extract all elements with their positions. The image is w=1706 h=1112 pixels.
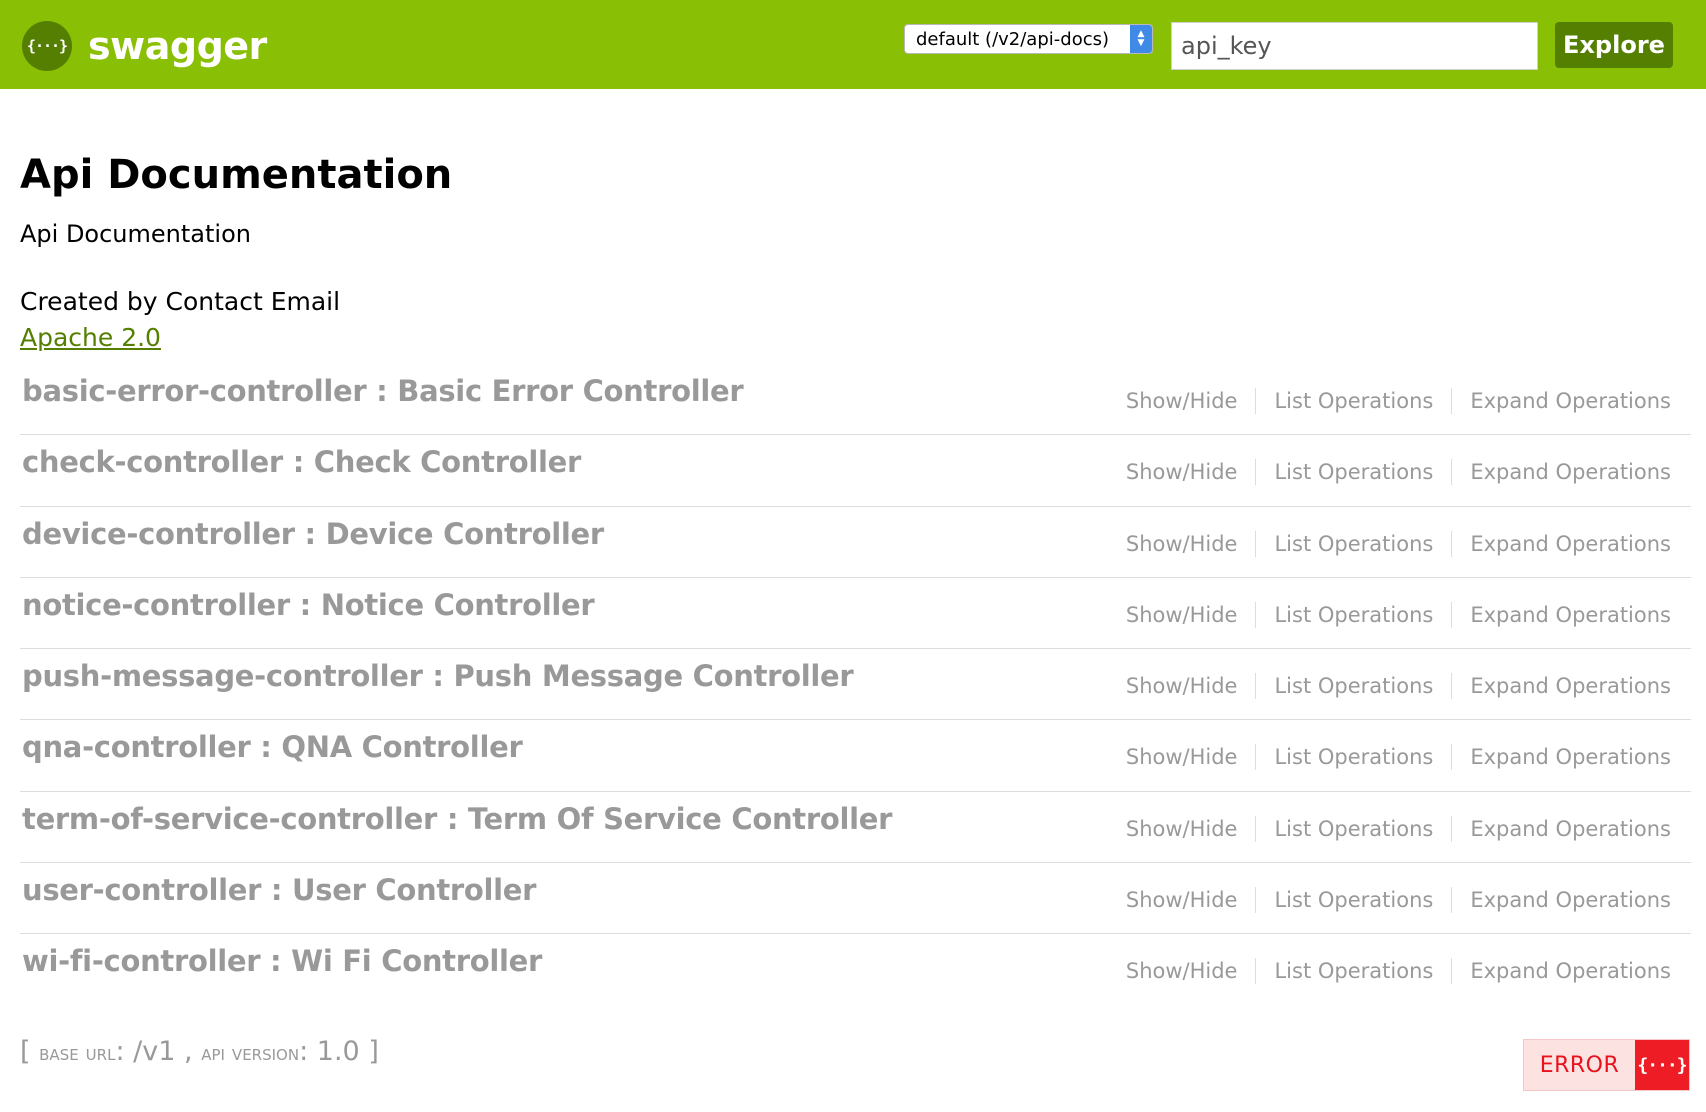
expand-operations-link[interactable]: Expand Operations — [1451, 601, 1671, 628]
list-operations-link[interactable]: List Operations — [1255, 530, 1451, 557]
show-hide-link[interactable]: Show/Hide — [1126, 744, 1256, 770]
expand-operations-link[interactable]: Expand Operations — [1451, 744, 1671, 771]
resource-item: qna-controller : QNA Controller Show/Hid… — [20, 720, 1691, 792]
close-bracket: ] — [368, 1036, 379, 1067]
resource-heading[interactable]: notice-controller : Notice Controller — [22, 588, 595, 622]
swagger-braces-icon: {···} — [22, 21, 72, 71]
base-url-label: base url — [39, 1041, 116, 1066]
resource-heading[interactable]: wi-fi-controller : Wi Fi Controller — [22, 944, 542, 978]
swagger-logo[interactable]: {···} swagger — [22, 21, 267, 71]
list-operations-link[interactable]: List Operations — [1255, 958, 1451, 985]
resource-item: device-controller : Device Controller Sh… — [20, 507, 1691, 578]
api-description: Api Documentation — [20, 220, 251, 248]
show-hide-link[interactable]: Show/Hide — [1126, 958, 1256, 984]
resource-operations: Show/Hide List Operations Expand Operati… — [1126, 388, 1671, 414]
list-operations-link[interactable]: List Operations — [1255, 459, 1451, 486]
list-operations-link[interactable]: List Operations — [1255, 887, 1451, 914]
list-operations-link[interactable]: List Operations — [1255, 601, 1451, 628]
validator-status: ERROR — [1524, 1040, 1635, 1090]
resource-heading[interactable]: check-controller : Check Controller — [22, 445, 581, 479]
api-key-input[interactable] — [1171, 22, 1538, 70]
resource-item: push-message-controller : Push Message C… — [20, 649, 1691, 721]
select-arrows-icon: ▲ ▼ — [1130, 25, 1152, 53]
list-operations-link[interactable]: List Operations — [1255, 744, 1451, 771]
show-hide-link[interactable]: Show/Hide — [1126, 673, 1256, 699]
validator-badge[interactable]: ERROR {···} — [1523, 1039, 1690, 1091]
expand-operations-link[interactable]: Expand Operations — [1451, 815, 1671, 842]
resource-item: check-controller : Check Controller Show… — [20, 435, 1691, 507]
expand-operations-link[interactable]: Expand Operations — [1451, 887, 1671, 914]
expand-operations-link[interactable]: Expand Operations — [1451, 388, 1671, 414]
resource-heading[interactable]: term-of-service-controller : Term Of Ser… — [22, 802, 892, 836]
show-hide-link[interactable]: Show/Hide — [1126, 531, 1256, 557]
resource-operations: Show/Hide List Operations Expand Operati… — [1126, 958, 1671, 985]
resource-operations: Show/Hide List Operations Expand Operati… — [1126, 815, 1671, 842]
api-version-label: api version — [201, 1041, 300, 1066]
expand-operations-link[interactable]: Expand Operations — [1451, 459, 1671, 486]
header-bar: {···} swagger default (/v2/api-docs) ▲ ▼ … — [0, 0, 1706, 89]
footer-separator: , — [184, 1036, 193, 1067]
api-version-colon: : — [299, 1036, 309, 1067]
swagger-braces-icon: {···} — [1635, 1040, 1689, 1090]
base-url-value: /v1 — [133, 1036, 176, 1067]
spec-select-value: default (/v2/api-docs) — [916, 28, 1109, 50]
spec-select[interactable]: default (/v2/api-docs) ▲ ▼ — [904, 24, 1153, 54]
license-link[interactable]: Apache 2.0 — [20, 323, 161, 352]
resource-operations: Show/Hide List Operations Expand Operati… — [1126, 530, 1671, 557]
resource-operations: Show/Hide List Operations Expand Operati… — [1126, 887, 1671, 914]
resource-item: user-controller : User Controller Show/H… — [20, 863, 1691, 935]
resource-heading[interactable]: qna-controller : QNA Controller — [22, 730, 523, 764]
resource-operations: Show/Hide List Operations Expand Operati… — [1126, 673, 1671, 700]
resource-item: wi-fi-controller : Wi Fi Controller Show… — [20, 934, 1691, 1005]
show-hide-link[interactable]: Show/Hide — [1126, 816, 1256, 842]
show-hide-link[interactable]: Show/Hide — [1126, 459, 1256, 485]
resource-heading[interactable]: user-controller : User Controller — [22, 873, 536, 907]
logo-text: swagger — [88, 24, 267, 68]
resource-operations: Show/Hide List Operations Expand Operati… — [1126, 744, 1671, 771]
resource-heading[interactable]: basic-error-controller : Basic Error Con… — [22, 374, 744, 408]
show-hide-link[interactable]: Show/Hide — [1126, 887, 1256, 913]
resource-list: basic-error-controller : Basic Error Con… — [20, 364, 1691, 1006]
show-hide-link[interactable]: Show/Hide — [1126, 602, 1256, 628]
list-operations-link[interactable]: List Operations — [1255, 388, 1451, 414]
show-hide-link[interactable]: Show/Hide — [1126, 388, 1256, 414]
resource-operations: Show/Hide List Operations Expand Operati… — [1126, 459, 1671, 486]
open-bracket: [ — [20, 1036, 31, 1067]
contact-info: Created by Contact Email — [20, 287, 341, 316]
base-url-colon: : — [115, 1036, 125, 1067]
resource-item: term-of-service-controller : Term Of Ser… — [20, 792, 1691, 864]
api-version-value: 1.0 — [316, 1036, 360, 1067]
expand-operations-link[interactable]: Expand Operations — [1451, 958, 1671, 985]
expand-operations-link[interactable]: Expand Operations — [1451, 530, 1671, 557]
page-title: Api Documentation — [20, 152, 453, 198]
list-operations-link[interactable]: List Operations — [1255, 815, 1451, 842]
base-info: [ base url: /v1 , api version: 1.0 ] — [20, 1036, 379, 1067]
resource-operations: Show/Hide List Operations Expand Operati… — [1126, 601, 1671, 628]
resource-heading[interactable]: device-controller : Device Controller — [22, 517, 604, 551]
resource-heading[interactable]: push-message-controller : Push Message C… — [22, 659, 854, 693]
list-operations-link[interactable]: List Operations — [1255, 673, 1451, 700]
resource-item: notice-controller : Notice Controller Sh… — [20, 578, 1691, 650]
explore-button[interactable]: Explore — [1555, 22, 1673, 68]
resource-item: basic-error-controller : Basic Error Con… — [20, 364, 1691, 436]
expand-operations-link[interactable]: Expand Operations — [1451, 673, 1671, 700]
